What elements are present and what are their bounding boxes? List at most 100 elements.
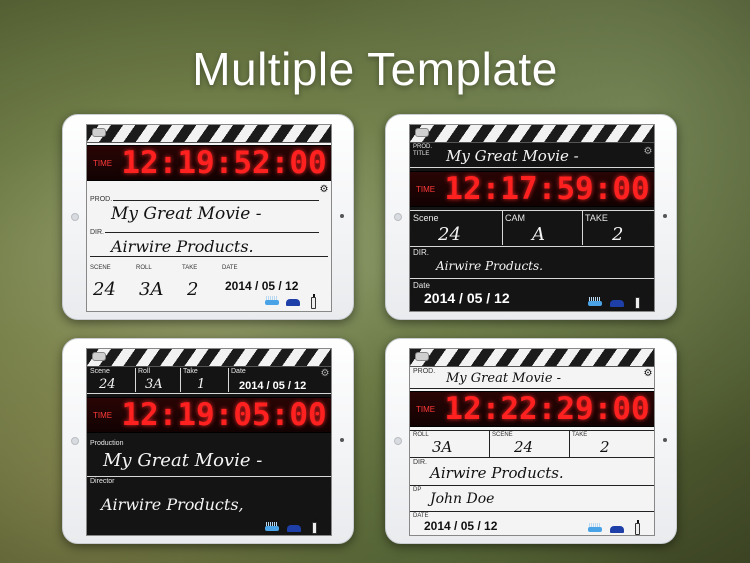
car-icon[interactable] [610,300,624,307]
bottle-icon[interactable] [635,520,640,535]
date-value[interactable]: 2014 / 05 / 12 [424,290,510,306]
ipad-frame-3: Scene Roll Take Date ⚙ 24 3A 1 2014 / 05… [62,338,354,544]
take-value[interactable]: 2 [612,224,623,245]
slate-template-1[interactable]: TIME 12:19:52:00 ⚙ PROD. My Great Movie … [86,124,332,312]
scene-value[interactable]: 24 [438,224,461,245]
scene-value[interactable]: 24 [514,438,533,456]
gear-icon[interactable]: ⚙ [643,147,653,157]
prod-value[interactable]: My Great Movie - [111,204,261,224]
timecode-display[interactable]: TIME 12:19:05:00 [87,397,331,433]
prod-label: PROD. [413,368,436,375]
take-value[interactable]: 2 [600,438,610,456]
divider [489,430,490,457]
divider [87,393,331,394]
slate-template-4[interactable]: PROD. My Great Movie - ⚙ TIME 12:22:29:0… [409,348,655,536]
date-label: Date [413,281,430,290]
prod-label: PROD. [413,144,433,150]
home-indicator [340,438,344,442]
clapper-stick[interactable] [410,125,654,143]
timecode-display[interactable]: TIME 12:17:59:00 [410,171,654,207]
cam-value[interactable]: A [532,224,545,245]
divider [135,368,136,392]
dir-label: DIR. [413,248,429,257]
brush-icon[interactable] [265,522,279,531]
car-icon[interactable] [287,525,301,532]
dp-label: DP [413,487,422,493]
timecode-display[interactable]: TIME 12:19:52:00 [87,145,331,181]
hinge-icon [92,128,106,137]
brush-icon[interactable] [588,523,602,532]
divider [410,485,654,486]
divider [105,232,319,233]
dir-value[interactable]: Airwire Products. [436,259,543,273]
headline: Multiple Template [192,43,558,95]
title-label: TITLE [413,151,430,157]
scene-label: SCENE [90,265,111,271]
slate-template-2[interactable]: PROD. TITLE My Great Movie - ⚙ TIME 12:1… [409,124,655,312]
roll-value[interactable]: 3A [432,438,452,456]
date-label: Date [231,368,246,375]
divider [87,476,331,477]
take-value[interactable]: 1 [197,377,205,392]
director-value[interactable]: Airwire Products, [101,495,244,514]
gear-icon[interactable]: ⚙ [643,369,653,379]
scene-label: SCENE [492,432,513,438]
car-icon[interactable] [286,299,300,306]
dp-value[interactable]: John Doe [430,491,494,507]
date-value[interactable]: 2014 / 05 / 12 [424,519,497,533]
brush-icon[interactable] [265,296,279,305]
divider [502,210,503,245]
ipad-frame-4: PROD. My Great Movie - ⚙ TIME 12:22:29:0… [385,338,677,544]
title-value[interactable]: My Great Movie - [446,147,579,165]
timecode-digits: 12:22:29:00 [444,391,650,427]
roll-label: ROLL [136,265,152,271]
roll-value[interactable]: 3A [145,377,163,392]
timecode-digits: 12:19:52:00 [121,145,327,181]
divider [180,368,181,392]
brush-icon[interactable] [588,297,602,306]
bottle-icon[interactable] [635,294,640,309]
hinge-icon [92,352,106,361]
divider [228,368,229,392]
bottle-icon[interactable] [312,519,317,534]
slate-template-3[interactable]: Scene Roll Take Date ⚙ 24 3A 1 2014 / 05… [86,348,332,536]
divider [410,430,654,431]
bottle-icon[interactable] [311,294,316,309]
dir-value[interactable]: Airwire Products. [430,464,564,482]
car-icon[interactable] [610,526,624,533]
time-label: TIME [93,410,113,420]
scene-label: Scene [413,213,439,223]
dir-value[interactable]: Airwire Products. [111,237,254,256]
production-value[interactable]: My Great Movie - [103,450,262,471]
time-label: TIME [93,158,113,168]
timecode-digits: 12:17:59:00 [444,171,650,207]
clapper-stick[interactable] [87,349,331,367]
prod-value[interactable]: My Great Movie - [446,371,561,386]
date-label: DATE [222,265,238,271]
take-label: Take [183,368,198,375]
clapper-stick[interactable] [410,349,654,367]
scene-value[interactable]: 24 [93,279,116,300]
take-label: TAKE [182,265,198,271]
scene-label: Scene [90,368,110,375]
ipad-frame-1: TIME 12:19:52:00 ⚙ PROD. My Great Movie … [62,114,354,320]
divider [410,210,654,211]
clapper-stick[interactable] [87,125,331,143]
timecode-digits: 12:19:05:00 [121,397,327,433]
date-value[interactable]: 2014 / 05 / 12 [225,279,298,293]
home-indicator [663,438,667,442]
date-value[interactable]: 2014 / 05 / 12 [239,380,306,392]
gear-icon[interactable]: ⚙ [319,185,329,195]
take-value[interactable]: 2 [187,279,198,300]
divider [410,278,654,279]
roll-label: ROLL [413,432,429,438]
director-label: Director [90,478,115,485]
take-label: TAKE [585,213,608,223]
scene-value[interactable]: 24 [99,377,116,392]
divider [113,200,319,201]
dir-label: DIR. [413,459,427,466]
roll-value[interactable]: 3A [139,279,163,300]
timecode-display[interactable]: TIME 12:22:29:00 [410,391,654,427]
gear-icon[interactable]: ⚙ [320,369,330,379]
divider [410,511,654,512]
